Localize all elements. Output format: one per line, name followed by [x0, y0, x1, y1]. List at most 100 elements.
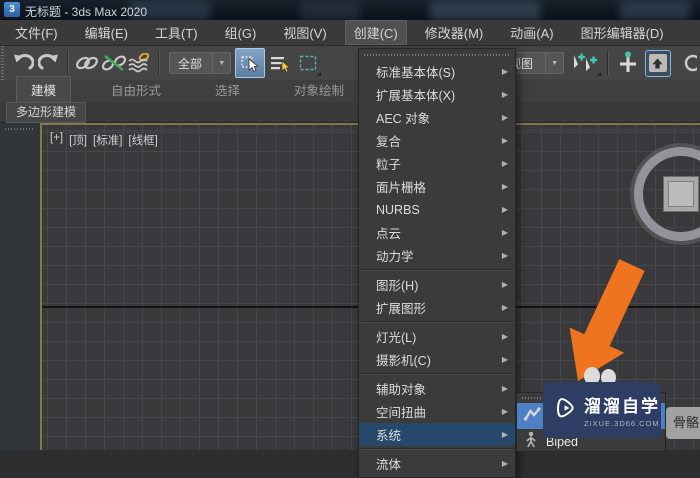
viewport-label: [+] [顶] [标准] [线框]: [50, 132, 158, 148]
submenu-arrow-icon: ▶: [501, 384, 508, 393]
watermark-title: 溜溜自学: [584, 397, 660, 416]
dropdown-arrow-icon: ▼: [212, 53, 230, 73]
ribbon-panel-row: 多边形建模: [0, 102, 700, 123]
ribbon-tab-object-paint[interactable]: 对象绘制: [280, 77, 358, 102]
viewport-menu-general[interactable]: [+]: [50, 132, 63, 148]
viewport-menu-style[interactable]: [标准]: [93, 132, 122, 148]
toolbar-separator: [158, 51, 160, 75]
select-and-link-icon[interactable]: [74, 49, 100, 77]
dropdown-arrow-icon: ▼: [545, 53, 563, 73]
bind-to-space-warp-icon[interactable]: [127, 49, 153, 77]
up-arrow-icon: [648, 54, 667, 72]
play-logo-icon: [551, 395, 577, 426]
submenu-arrow-icon: ▶: [501, 355, 508, 364]
toolbar-separator: [67, 51, 70, 75]
submenu-arrow-icon: ▶: [501, 251, 508, 260]
app-icon: 3: [4, 2, 20, 17]
menu-item-standard-primitives[interactable]: 标准基本体(S) ▶: [359, 60, 515, 83]
menu-item-fluids[interactable]: 流体 ▶: [359, 452, 515, 475]
selection-filter-value: 全部: [178, 56, 203, 71]
viewport-menu-view[interactable]: [顶]: [69, 132, 87, 148]
menu-group[interactable]: 组(G): [216, 20, 266, 45]
submenu-arrow-icon: ▶: [501, 303, 508, 312]
watermark-badge: 溜溜自学 zixue.3d66.com: [543, 382, 661, 438]
viewcube[interactable]: [634, 147, 700, 241]
rectangular-selection-region-button[interactable]: [294, 49, 322, 77]
menu-item-nurbs[interactable]: NURBS ▶: [359, 198, 515, 221]
title-bar: 3 无标题 - 3ds Max 2020: [0, 0, 700, 20]
submenu-arrow-icon: ▶: [501, 407, 508, 416]
menu-tools[interactable]: 工具(T): [146, 20, 207, 45]
flyout-corner: [596, 72, 601, 76]
menu-item-patch-grids[interactable]: 面片栅格 ▶: [359, 175, 515, 198]
menu-item-lights[interactable]: 灯光(L) ▶: [359, 325, 515, 348]
menu-separator: [361, 321, 513, 323]
submenu-arrow-icon: ▶: [501, 90, 508, 99]
titlebar-blur-decoration: [430, 0, 540, 20]
viewcube-top-face[interactable]: [663, 176, 699, 212]
menu-item-shapes[interactable]: 图形(H) ▶: [359, 273, 515, 296]
ribbon-tab-bar: 建模 自由形式 选择 对象绘制: [0, 76, 700, 102]
ribbon-tab-selection[interactable]: 选择: [201, 77, 254, 102]
menu-item-helpers[interactable]: 辅助对象 ▶: [359, 377, 515, 400]
main-toolbar: 全部 ▼ ▶ 视图 ▼: [0, 46, 700, 81]
menu-item-aec-objects[interactable]: AEC 对象 ▶: [359, 106, 515, 129]
viewport-menu-shading[interactable]: [线框]: [128, 132, 157, 148]
menu-file[interactable]: 文件(F): [6, 20, 67, 45]
menu-tearoff-handle[interactable]: [364, 54, 510, 56]
menu-item-systems[interactable]: 系统 ▶: [359, 423, 515, 446]
submenu-arrow-icon: ▶: [501, 228, 508, 237]
clipped-edge-icon[interactable]: [674, 49, 700, 77]
select-object-button[interactable]: [235, 48, 266, 78]
menu-item-cameras[interactable]: 摄影机(C) ▶: [359, 348, 515, 371]
menu-edit[interactable]: 编辑(E): [76, 20, 137, 45]
redo-icon[interactable]: [36, 49, 62, 77]
submenu-arrow-icon: ▶: [501, 205, 508, 214]
flyout-corner: [316, 72, 321, 76]
watermark-url: zixue.3d66.com: [584, 419, 660, 428]
submenu-arrow-icon: ▶: [501, 430, 508, 439]
menu-separator: [361, 373, 513, 375]
menu-item-particles[interactable]: 粒子 ▶: [359, 152, 515, 175]
menu-bar: 文件(F) 编辑(E) 工具(T) 组(G) 视图(V) 创建(C) 修改器(M…: [0, 20, 700, 46]
submenu-arrow-icon: ▶: [501, 113, 508, 122]
titlebar-blur-decoration: [620, 0, 690, 20]
menu-item-point-cloud[interactable]: 点云 ▶: [359, 221, 515, 244]
menu-views[interactable]: 视图(V): [274, 20, 335, 45]
left-dock-area: [0, 123, 40, 450]
polygon-modeling-panel-button[interactable]: 多边形建模: [6, 102, 87, 123]
submenu-arrow-icon: ▶: [501, 332, 508, 341]
menu-separator: [361, 269, 513, 271]
menu-item-extended-primitives[interactable]: 扩展基本体(X) ▶: [359, 83, 515, 106]
menu-graph-editors[interactable]: 图形编辑器(D): [572, 20, 673, 45]
tooltip-bubble: 骨骼: [666, 407, 700, 439]
submenu-arrow-icon: ▶: [501, 159, 508, 168]
bones-icon: [523, 406, 541, 427]
select-by-name-button[interactable]: [265, 49, 293, 77]
ribbon-tab-freeform[interactable]: 自由形式: [97, 77, 175, 102]
menu-modifiers[interactable]: 修改器(M): [416, 20, 493, 45]
submenu-arrow-icon: ▶: [501, 182, 508, 191]
menu-create[interactable]: 创建(C): [344, 20, 407, 45]
toolbar-separator: [606, 51, 609, 75]
snap-toggle-button[interactable]: [568, 49, 602, 77]
submenu-arrow-icon: ▶: [501, 67, 508, 76]
create-menu-popup: 标准基本体(S) ▶ 扩展基本体(X) ▶ AEC 对象 ▶ 复合 ▶ 粒子 ▶ 面片栅格…: [358, 48, 516, 478]
titlebar-blur-decoration: [300, 0, 360, 20]
submenu-arrow-icon: ▶: [501, 136, 508, 145]
selection-filter-dropdown[interactable]: 全部 ▼: [169, 52, 232, 74]
undo-icon[interactable]: [9, 49, 35, 77]
menu-animation[interactable]: 动画(A): [501, 20, 562, 45]
menu-item-space-warps[interactable]: 空间扭曲 ▶: [359, 400, 515, 423]
menu-item-compound[interactable]: 复合 ▶: [359, 129, 515, 152]
menu-item-extended-shapes[interactable]: 扩展图形 ▶: [359, 296, 515, 319]
window-title: 无标题 - 3ds Max 2020: [25, 5, 148, 19]
dock-grip[interactable]: [5, 128, 35, 130]
ribbon-tab-modeling[interactable]: 建模: [16, 76, 72, 102]
select-and-manipulate-button[interactable]: [614, 49, 642, 77]
submenu-arrow-icon: ▶: [501, 459, 508, 468]
menu-item-dynamics[interactable]: 动力学 ▶: [359, 244, 515, 267]
select-and-place-button[interactable]: [645, 49, 671, 77]
unlink-selection-icon[interactable]: [100, 49, 126, 77]
submenu-arrow-icon: ▶: [501, 280, 508, 289]
